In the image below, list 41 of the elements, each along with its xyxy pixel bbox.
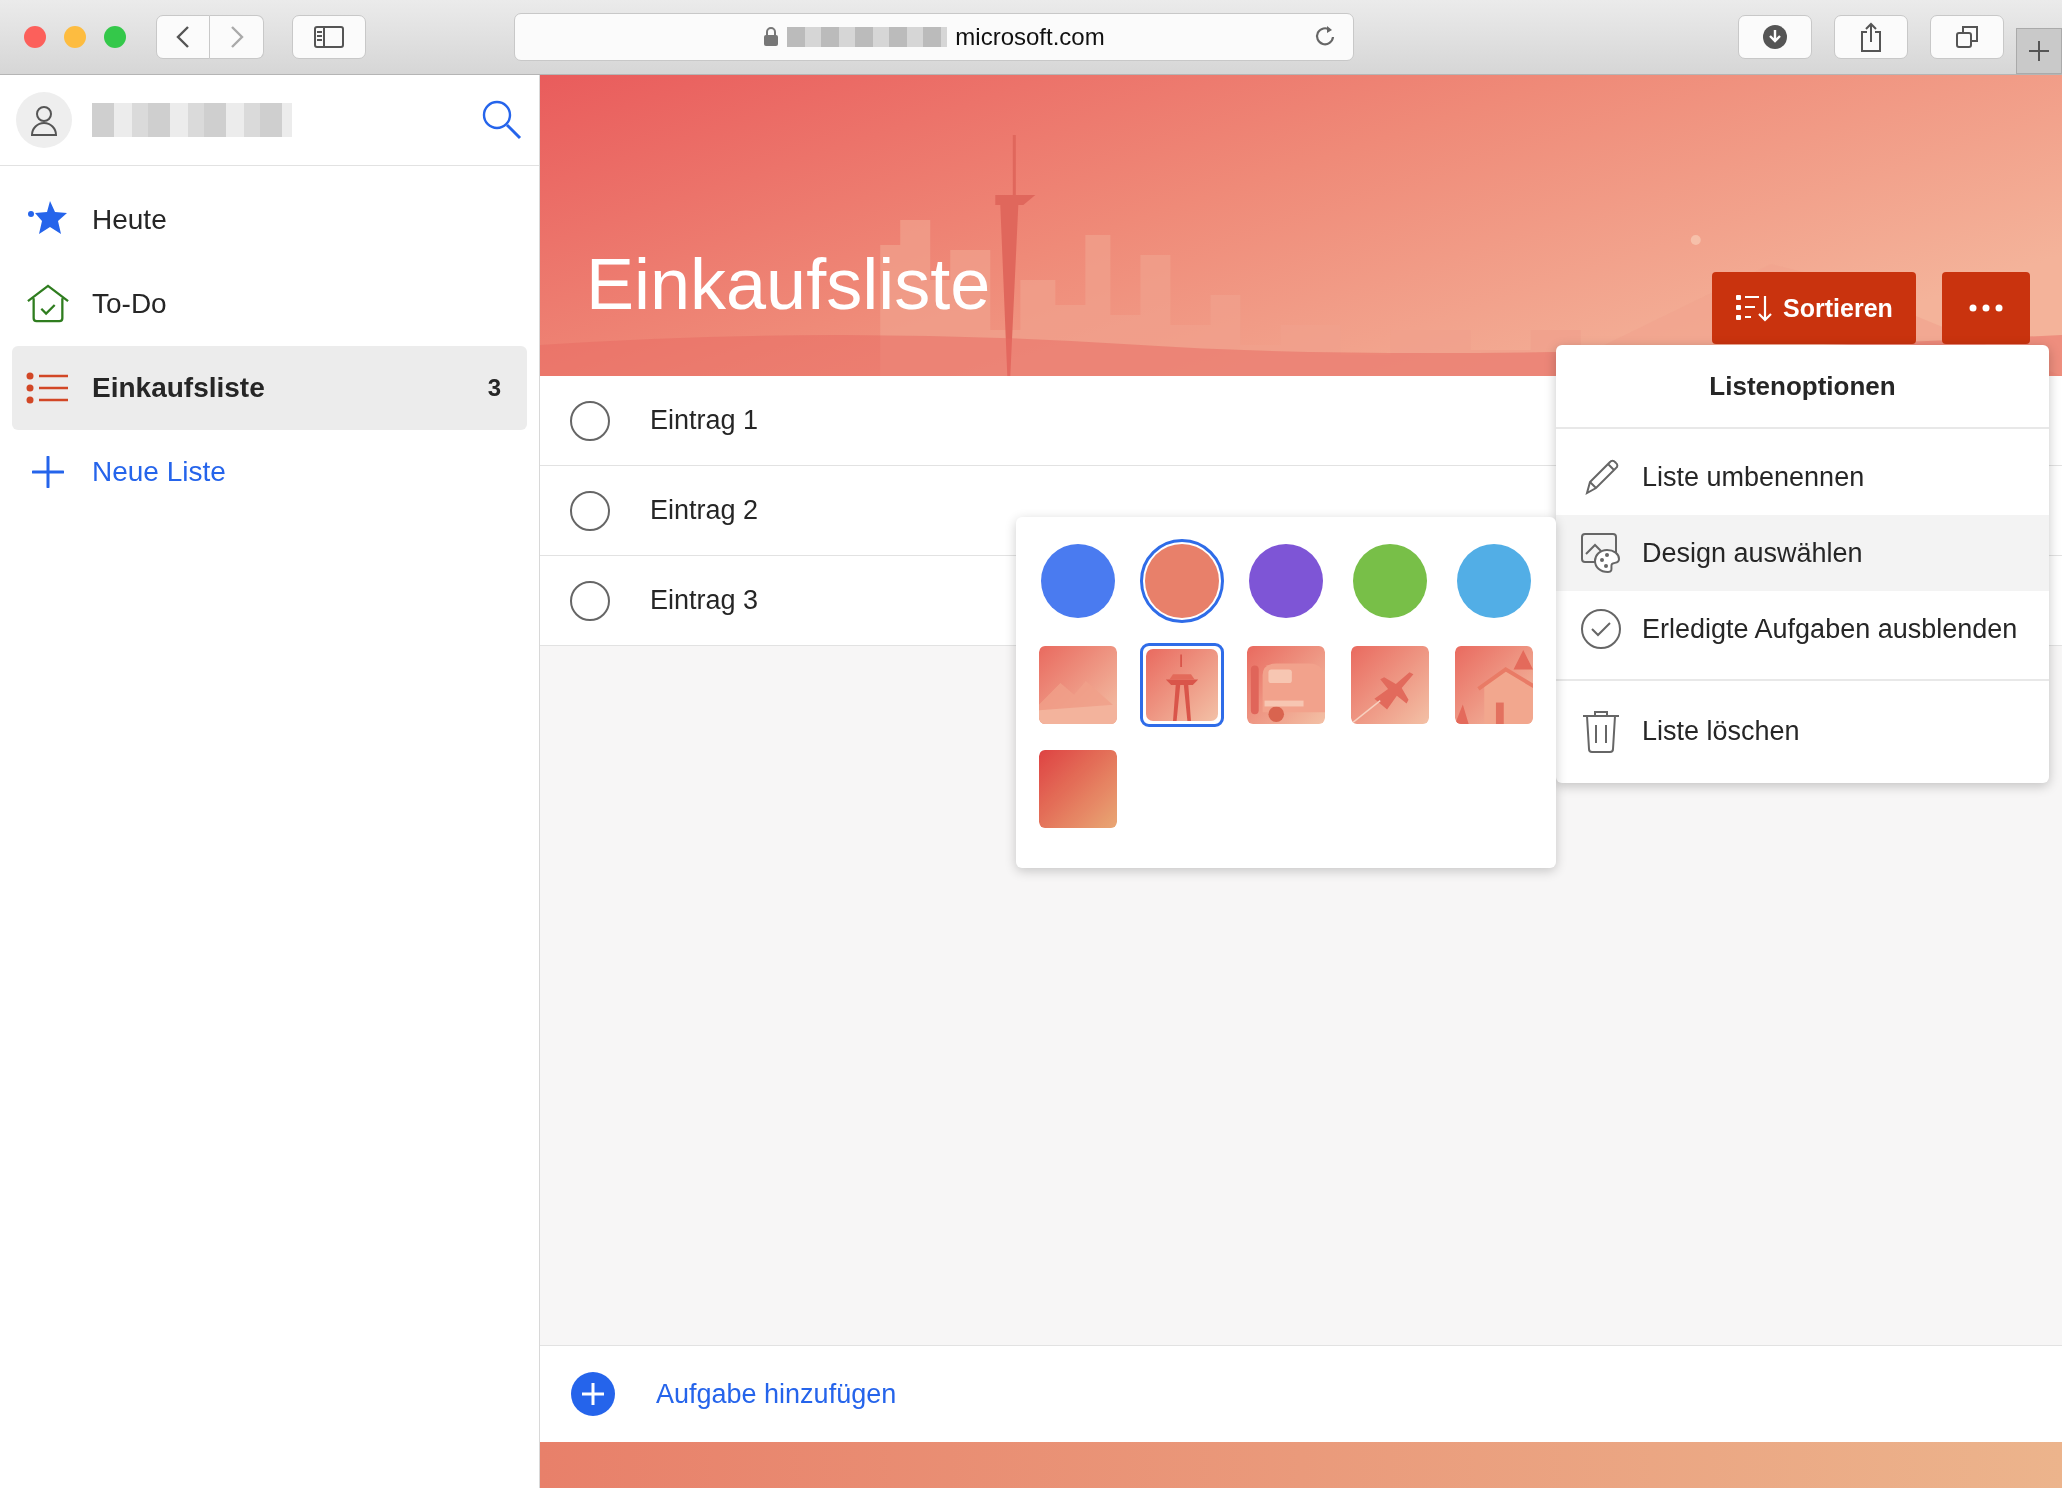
checkbox[interactable] (570, 490, 610, 531)
sidebar-item[interactable]: To-Do (12, 262, 527, 346)
more-icon (1969, 304, 2003, 312)
new-list-button[interactable]: Neue Liste (12, 430, 527, 514)
download-button[interactable] (1738, 15, 1812, 59)
close-window-button[interactable] (24, 26, 46, 48)
sidebar-icon (314, 26, 344, 48)
address-text: microsoft.com (955, 23, 1105, 51)
checkbox[interactable] (570, 400, 610, 441)
add-task-button[interactable]: Aufgabe hinzufügen (540, 1345, 2062, 1442)
picture-palette-icon (1580, 532, 1622, 574)
share-icon (1860, 22, 1882, 52)
sidebar-item[interactable]: Einkaufsliste 3 (12, 346, 527, 430)
avatar-icon[interactable] (16, 92, 72, 148)
search-icon[interactable] (481, 99, 523, 141)
checkbox[interactable] (570, 580, 610, 621)
tabs-button[interactable] (1930, 15, 2004, 59)
menu-item[interactable]: Liste löschen (1556, 693, 2049, 769)
lock-icon (763, 27, 780, 47)
back-icon (176, 25, 190, 49)
sort-button[interactable]: Sortieren (1712, 272, 1916, 344)
new-tab-button[interactable] (2016, 28, 2062, 74)
list-icon (26, 372, 70, 404)
sidebar-button[interactable] (292, 15, 366, 59)
sidebar-item[interactable]: Heute (12, 178, 527, 262)
menu-item[interactable]: Erledigte Aufgaben ausblenden (1556, 591, 2049, 667)
check-circle-icon (1580, 608, 1622, 650)
download-icon (1762, 24, 1788, 50)
trash-icon (1581, 709, 1621, 753)
back-button[interactable] (156, 15, 210, 59)
tabs-icon (1955, 25, 1979, 49)
theme-thumbnail[interactable] (1140, 643, 1224, 727)
address-bar[interactable]: microsoft.com (514, 13, 1354, 61)
plus-icon (2028, 40, 2050, 62)
share-button[interactable] (1834, 15, 1908, 59)
plus-icon (32, 456, 64, 488)
list-title: Einkaufsliste (586, 243, 991, 325)
forward-icon (229, 25, 244, 49)
plus-circle-icon (570, 1371, 616, 1417)
menu-title: Listenoptionen (1556, 345, 2049, 429)
menu-item[interactable]: Design auswählen (1556, 515, 2049, 591)
